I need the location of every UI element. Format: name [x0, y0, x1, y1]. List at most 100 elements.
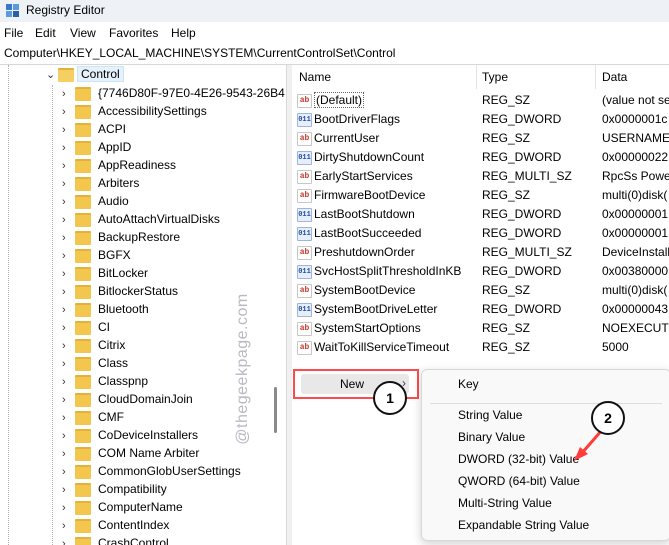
- value-row[interactable]: 011 SystemBootDriveLetter REG_DWORD 0x00000…: [292, 300, 669, 319]
- value-type: REG_SZ: [482, 283, 531, 297]
- value-type: REG_DWORD: [482, 207, 562, 221]
- value-row[interactable]: abSystemStartOptions REG_SZ NOEXECUTE: [292, 319, 669, 338]
- value-data: 0x0000001c (: [602, 112, 669, 126]
- value-row[interactable]: ab CurrentUser REG_SZ USERNAME: [292, 129, 669, 148]
- chevron-right-icon[interactable]: ›: [62, 178, 72, 190]
- menu-favorites[interactable]: Favorites: [109, 26, 158, 40]
- folder-icon: [75, 339, 91, 353]
- value-type: REG_DWORD: [482, 112, 562, 126]
- folder-icon: [75, 303, 91, 317]
- value-type: REG_DWORD: [482, 302, 562, 316]
- column-header-type[interactable]: Type: [482, 65, 508, 89]
- chevron-right-icon[interactable]: ›: [62, 340, 72, 352]
- column-divider[interactable]: [476, 65, 477, 89]
- value-row[interactable]: 011 LastBootSucceeded REG_DWORD 0x00000001 …: [292, 224, 669, 243]
- value-row[interactable]: ab EarlyStartServices REG_MULTI_SZ RpcSs Po…: [292, 167, 669, 186]
- chevron-right-icon[interactable]: ›: [62, 250, 72, 262]
- submenu-expandable-string-value[interactable]: Expandable String Value: [458, 518, 589, 532]
- value-name: (Default): [314, 92, 365, 108]
- binary-value-icon: 011: [297, 151, 312, 165]
- value-name: DirtyShutdownCount: [314, 150, 425, 164]
- value-data: multi(0)disk(: [602, 188, 668, 202]
- tree-node-label: Compatibility: [98, 482, 167, 496]
- folder-icon: [75, 105, 91, 119]
- tree-node-label: ACPI: [98, 122, 127, 136]
- chevron-right-icon[interactable]: ›: [62, 304, 72, 316]
- chevron-right-icon[interactable]: ›: [62, 538, 72, 545]
- tree-scrollbar[interactable]: [274, 387, 277, 433]
- window-title: Registry Editor: [26, 3, 105, 17]
- chevron-right-icon[interactable]: ›: [62, 232, 72, 244]
- chevron-right-icon[interactable]: ›: [62, 430, 72, 442]
- value-data: USERNAME: [602, 131, 669, 145]
- submenu-key[interactable]: Key: [458, 377, 479, 391]
- value-row[interactable]: 011 DirtyShutdownCount REG_DWORD 0x00000022…: [292, 148, 669, 167]
- chevron-right-icon[interactable]: ›: [62, 466, 72, 478]
- new-submenu: Key String Value Binary Value DWORD (32-…: [421, 369, 669, 541]
- chevron-right-icon[interactable]: ›: [62, 394, 72, 406]
- folder-icon: [75, 231, 91, 245]
- registry-editor-icon: [6, 4, 19, 17]
- value-data: 5000: [602, 340, 629, 354]
- menu-help[interactable]: Help: [171, 26, 196, 40]
- chevron-right-icon[interactable]: ›: [62, 142, 72, 154]
- address-bar[interactable]: Computer\HKEY_LOCAL_MACHINE\SYSTEM\Curre…: [0, 44, 669, 65]
- chevron-right-icon[interactable]: ›: [62, 196, 72, 208]
- chevron-right-icon[interactable]: ›: [62, 358, 72, 370]
- value-row[interactable]: 011 SvcHostSplitThresholdInKB REG_DWORD 0x0…: [292, 262, 669, 281]
- value-name: FirmwareBootDevice: [314, 188, 426, 202]
- menu-edit[interactable]: Edit: [35, 26, 56, 40]
- folder-icon: [75, 393, 91, 407]
- new-item-label[interactable]: New: [340, 377, 364, 391]
- chevron-right-icon[interactable]: ›: [62, 502, 72, 514]
- chevron-right-icon[interactable]: ›: [62, 484, 72, 496]
- chevron-down-icon[interactable]: ⌄: [46, 69, 56, 81]
- tree-node-label: Bluetooth: [98, 302, 149, 316]
- column-divider[interactable]: [595, 65, 596, 89]
- address-path[interactable]: Computer\HKEY_LOCAL_MACHINE\SYSTEM\Curre…: [4, 46, 395, 60]
- chevron-right-icon[interactable]: ›: [62, 268, 72, 280]
- chevron-right-icon[interactable]: ›: [62, 124, 72, 136]
- column-header-data[interactable]: Data: [602, 65, 627, 89]
- chevron-right-icon[interactable]: ›: [62, 88, 72, 100]
- value-type: REG_DWORD: [482, 150, 562, 164]
- value-row[interactable]: ab (Default) REG_SZ (value not se: [292, 91, 669, 110]
- value-row[interactable]: ab PreshutdownOrder REG_MULTI_SZ DeviceInst…: [292, 243, 669, 262]
- folder-icon: [75, 249, 91, 263]
- menu-view[interactable]: View: [70, 26, 96, 40]
- value-data: DeviceInstall: [602, 245, 669, 259]
- submenu-binary-value[interactable]: Binary Value: [458, 430, 525, 444]
- column-header-name[interactable]: Name: [299, 65, 331, 89]
- tree-node-label: CrashControl: [98, 536, 169, 545]
- tree-node-label: BitlockerStatus: [98, 284, 179, 298]
- callout-badge-2: 2: [591, 401, 625, 435]
- value-row[interactable]: ab SystemBootDevice REG_SZ multi(0)disk(: [292, 281, 669, 300]
- folder-icon: [75, 213, 91, 227]
- chevron-right-icon[interactable]: ›: [62, 412, 72, 424]
- folder-icon: [75, 519, 91, 533]
- submenu-string-value[interactable]: String Value: [458, 408, 522, 422]
- value-row[interactable]: ab FirmwareBootDevice REG_SZ multi(0)disk(: [292, 186, 669, 205]
- chevron-right-icon[interactable]: ›: [62, 520, 72, 532]
- chevron-right-icon[interactable]: ›: [62, 160, 72, 172]
- value-type: REG_DWORD: [482, 264, 562, 278]
- tree-node-label: Citrix: [98, 338, 126, 352]
- folder-icon: [75, 87, 91, 101]
- folder-icon: [75, 177, 91, 191]
- value-data: 0x00000043 (: [602, 302, 669, 316]
- chevron-right-icon[interactable]: ›: [62, 376, 72, 388]
- value-row[interactable]: 011 LastBootShutdown REG_DWORD 0x00000001 (: [292, 205, 669, 224]
- callout-badge-1: 1: [373, 381, 407, 415]
- submenu-qword-value[interactable]: QWORD (64-bit) Value: [458, 474, 580, 488]
- chevron-right-icon[interactable]: ›: [62, 214, 72, 226]
- value-row[interactable]: ab WaitToKillServiceTimeout REG_SZ 5000: [292, 338, 669, 357]
- submenu-multi-string-value[interactable]: Multi-String Value: [458, 496, 552, 510]
- tree-guide-line: [8, 65, 9, 545]
- value-row[interactable]: 011 BootDriverFlags REG_DWORD 0x0000001c (: [292, 110, 669, 129]
- chevron-right-icon[interactable]: ›: [62, 322, 72, 334]
- value-type: REG_SZ: [482, 93, 531, 107]
- chevron-right-icon[interactable]: ›: [62, 286, 72, 298]
- menu-file[interactable]: File: [4, 26, 23, 40]
- chevron-right-icon[interactable]: ›: [62, 106, 72, 118]
- chevron-right-icon[interactable]: ›: [62, 448, 72, 460]
